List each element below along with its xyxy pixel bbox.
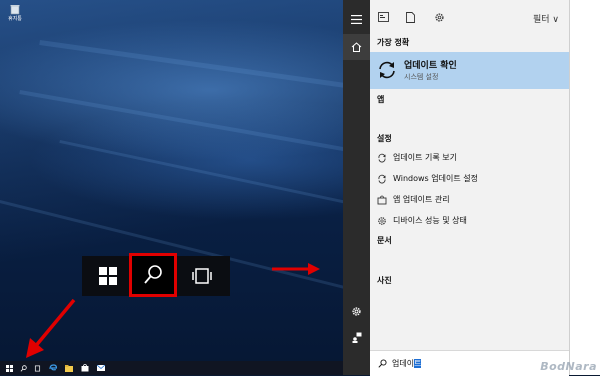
settings-item-label: 디바이스 성능 및 상태 [393,216,467,225]
settings-item-app-updates[interactable]: 앱 업데이트 관리 [376,191,566,208]
home-button[interactable] [343,34,370,60]
document-icon [405,11,415,23]
recycle-bin[interactable]: 휴지통 [6,3,24,22]
recycle-bin-label: 휴지통 [8,16,22,22]
search-icon [378,359,387,368]
search-typed-text: 업데이 [392,359,415,368]
documents-heading: 문서 [377,236,392,245]
settings-item-update-history[interactable]: 업데이트 기록 보기 [376,149,566,166]
taskbar [0,361,372,375]
task-view-button[interactable] [188,262,216,290]
search-input[interactable]: 업데이트 [370,350,569,376]
store-icon [81,364,89,372]
filter-dropdown[interactable]: 필터 ∨ [533,12,559,25]
task-view-icon [192,268,212,284]
mail-icon [97,365,105,371]
task-view-icon [34,365,40,371]
windows-logo-icon [5,364,13,372]
watermark: BodNara [540,360,597,373]
photos-heading: 사진 [377,276,392,285]
tab-settings[interactable] [432,10,446,24]
taskbar-search-button[interactable] [18,363,28,373]
edge-icon [49,364,57,371]
settings-item-device-health[interactable]: 디바이스 성능 및 상태 [376,212,566,229]
settings-item-label: Windows 업데이트 설정 [393,174,478,183]
best-match-subtitle: 시스템 설정 [404,73,439,81]
search-filter-bar: 필터 ∨ [370,6,569,30]
taskbar-start-button[interactable] [4,363,14,373]
panel-right-area [570,0,600,375]
settings-item-windows-update[interactable]: Windows 업데이트 설정 [376,170,566,187]
search-icon [144,265,162,284]
search-button-highlight[interactable] [129,253,177,297]
gear-icon [352,306,361,316]
file-explorer-button[interactable] [64,363,74,373]
search-selected-text: 트 [414,359,422,368]
gear-icon [376,215,388,227]
feedback-button[interactable] [343,324,370,350]
settings-item-label: 앱 업데이트 관리 [393,195,450,204]
best-match-heading: 가장 정확 [377,38,410,47]
start-rail [343,0,370,375]
settings-button[interactable] [343,298,370,324]
gear-icon [434,12,444,22]
search-icon [20,364,27,372]
refresh-icon [376,173,388,185]
start-button[interactable] [94,262,122,290]
feedback-icon [352,332,361,343]
search-results: 필터 ∨ 가장 정확 업데이트 확인 시스템 설정 앱 설정 업데이트 기록 보… [370,0,570,376]
store-button[interactable] [80,363,90,373]
refresh-icon [376,152,388,164]
home-icon [351,42,362,52]
taskbar-task-view-button[interactable] [32,363,42,373]
recycle-bin-icon [10,5,20,15]
hamburger-menu-button[interactable] [343,6,370,32]
settings-item-label: 업데이트 기록 보기 [393,153,457,162]
store-icon [376,194,388,206]
hamburger-icon [351,14,362,24]
windows-logo-icon [99,267,117,285]
apps-heading: 앱 [377,95,385,104]
folder-icon [65,364,73,372]
search-panel: 필터 ∨ 가장 정확 업데이트 확인 시스템 설정 앱 설정 업데이트 기록 보… [343,0,600,376]
refresh-icon [379,61,395,79]
settings-heading: 설정 [377,134,392,143]
mail-button[interactable] [96,363,106,373]
app-window-icon [377,12,389,22]
annotation-arrow-icon [26,298,76,358]
tab-documents[interactable] [403,10,417,24]
tab-apps[interactable] [376,10,390,24]
edge-button[interactable] [48,363,58,373]
search-query: 업데이트 [392,358,422,369]
best-match-title: 업데이트 확인 [404,61,457,71]
best-match-item[interactable]: 업데이트 확인 시스템 설정 [370,52,569,89]
annotation-arrow-icon [272,263,320,275]
